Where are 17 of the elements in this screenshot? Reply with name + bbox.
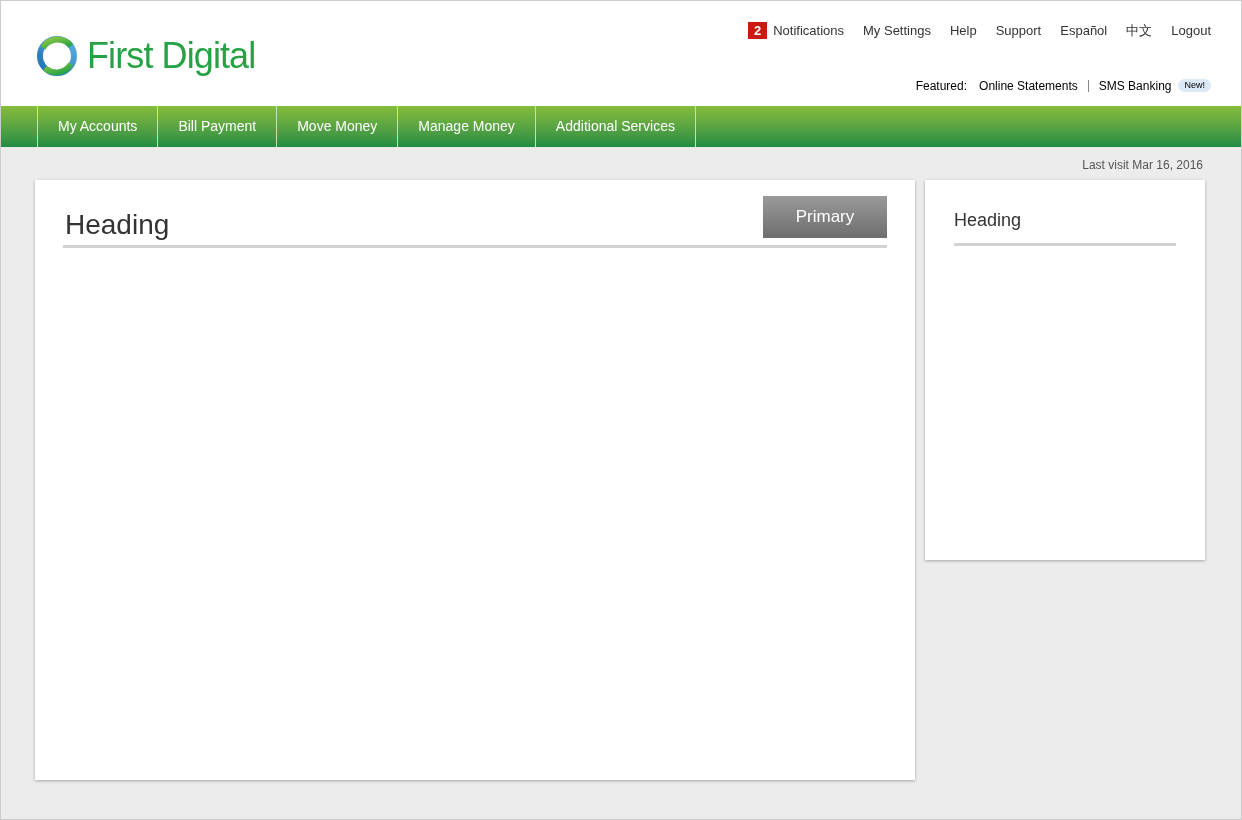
header-link[interactable]: Español xyxy=(1060,21,1108,41)
header-link[interactable]: My Settings xyxy=(863,21,931,41)
featured-link[interactable]: Online Statements xyxy=(979,76,1078,95)
featured-label: Featured: xyxy=(915,77,968,95)
notification-count-badge: 2 xyxy=(748,22,768,40)
panel-heading: Heading xyxy=(64,208,170,242)
header-link[interactable]: Logout xyxy=(1171,21,1211,41)
header-link[interactable]: Support xyxy=(995,21,1042,41)
header-link[interactable]: 中文 xyxy=(1126,21,1153,41)
primary-button[interactable]: Primary xyxy=(763,196,887,238)
new-badge: New! xyxy=(1178,79,1211,92)
last-visit-text: Last visit Mar 16, 2016 xyxy=(1082,157,1203,174)
ring-logo-icon xyxy=(35,33,79,78)
panel-heading: Heading xyxy=(954,209,1023,232)
featured-link[interactable]: SMS Banking xyxy=(1098,76,1172,95)
header-link[interactable]: Help xyxy=(949,21,977,41)
notifications-link[interactable]: 2 Notifications xyxy=(748,21,845,41)
